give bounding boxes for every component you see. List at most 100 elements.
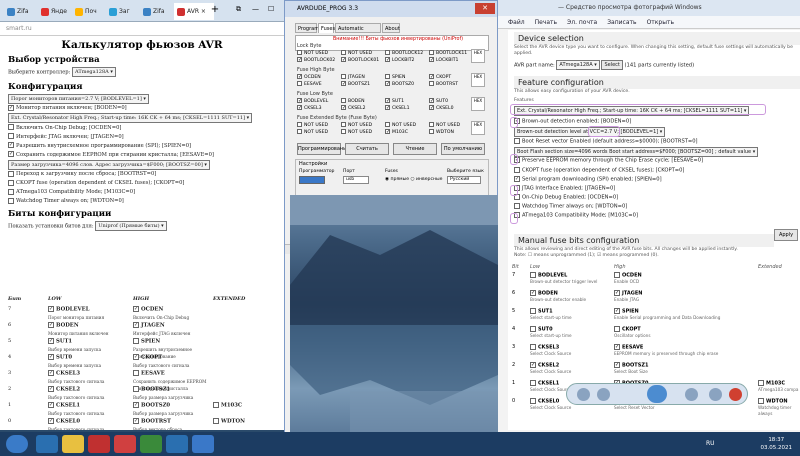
fuse-checkbox-item[interactable]: NOT USED [341,129,372,135]
manual-bit-checkbox[interactable]: ✓ [614,344,620,350]
fuse-checkbox[interactable] [429,122,434,127]
fuse-bit-cell[interactable]: ✓ CKOPT Выбор тактового сигнала [133,354,213,369]
feature-row[interactable]: Boot Flash section size=4096 words Boot … [514,147,759,157]
fuse-bit-checkbox[interactable]: ✓ [48,418,54,424]
fuse-bit-cell[interactable]: ✓ CKSEL2 Выбор тактового сигнала [48,386,128,401]
fuse-checkbox-item[interactable]: EESAVE [297,81,322,87]
fuse-bit-checkbox[interactable]: ✓ [48,402,54,408]
fuse-bit-checkbox[interactable]: ✓ [48,306,54,312]
feature-row[interactable]: Boot Reset vector Enabled (default addre… [514,138,698,145]
fuse-checkbox[interactable] [429,50,434,55]
manual-bit-checkbox[interactable] [614,272,620,278]
config-checkbox[interactable] [8,124,14,130]
fuse-checkbox-item[interactable]: ✓ M103C [385,129,408,135]
viewer-menu-item[interactable]: Записать [607,19,636,26]
clock[interactable]: 18:37 03.05.2021 [761,436,793,452]
dialog-tab[interactable]: Fuses [318,23,335,33]
fuse-checkbox-item[interactable]: ✓ CKSEL0 [429,105,454,111]
address-bar[interactable]: smart.ru [0,22,284,36]
manual-bit-checkbox[interactable]: ✓ [614,308,620,314]
fuse-checkbox[interactable]: ✓ [429,74,434,80]
ie-icon[interactable] [36,435,58,453]
programmer-select[interactable] [299,176,325,184]
manual-bit-checkbox[interactable]: ✓ [614,362,620,368]
feature-row[interactable]: CKOPT fuse (operation dependent of CKSEL… [514,167,684,174]
fuse-checkbox-item[interactable]: NOT USED [341,50,372,56]
manual-bit-cell[interactable]: M103C ATmega103 compa [758,380,798,393]
tab-menu-icon[interactable]: ⧉ [236,5,241,14]
fuse-bit-checkbox[interactable] [133,386,139,392]
fuse-checkbox-item[interactable]: BODEN [341,98,365,104]
manual-bit-cell[interactable]: ✓ EESAVE EEPROM memory is preserved throug… [614,344,754,357]
hex-box[interactable]: HEX [471,49,485,63]
fuse-checkbox[interactable]: ✓ [297,74,302,80]
fuse-checkbox-item[interactable]: ✓ CKSEL3 [297,105,322,111]
fuse-checkbox-item[interactable]: ✓ SUT0 [429,98,448,104]
language-select[interactable]: Русский [447,176,481,184]
fuse-checkbox[interactable]: ✓ [429,98,434,104]
fuse-checkbox[interactable] [297,50,302,55]
manual-bit-checkbox[interactable] [530,272,536,278]
fuse-checkbox-item[interactable]: SPIEN [385,74,405,80]
dialog-tab[interactable]: About [382,23,400,33]
fuse-checkbox[interactable]: ✓ [429,105,434,111]
viewer-menu-item[interactable]: Файл [508,19,525,26]
fuse-checkbox-item[interactable]: ✓ OCDEN [297,74,321,80]
fuse-checkbox-item[interactable]: ✓ SUT1 [385,98,404,104]
config-option[interactable]: Порог мониторов питания=2.7 V; [BODLEVEL… [8,93,284,105]
fuse-bit-cell[interactable]: ✓ CKSEL0 Выбор тактового сигнала [48,418,128,430]
fuse-checkbox[interactable]: ✓ [385,98,390,104]
config-option[interactable]: ✓ Монитор питания включен; [BODEN=0] [8,104,284,113]
viewer-menu-item[interactable]: Печать [535,19,557,26]
fuse-bit-checkbox[interactable]: ✓ [133,354,139,360]
dialog-action-button[interactable]: Программирование [297,143,350,155]
rotate-icon[interactable] [709,388,722,401]
fuse-checkbox[interactable]: ✓ [341,81,346,87]
feature-row[interactable]: JTAG Interface Enabled; [JTAGEN=0] [514,185,615,192]
browser-tab[interactable]: Янде [38,3,70,20]
feature-row[interactable]: Watchdog Timer always on; [WDTON=0] [514,203,627,210]
minimize-icon[interactable]: — [252,5,259,13]
fuse-checkbox-item[interactable]: BOOTRST [429,81,458,87]
manual-bit-checkbox[interactable] [530,344,536,350]
manual-bit-cell[interactable]: OCDEN Enable OCD [614,272,754,285]
config-checkbox[interactable] [8,179,14,186]
fuse-bit-cell[interactable]: ✓ SUT1 Выбор времени запуска [48,338,128,353]
controller-select[interactable]: ATmega128A ▾ [72,67,116,77]
viewer-menu-item[interactable]: Открыть [647,19,674,26]
fuse-checkbox[interactable]: ✓ [297,105,302,111]
feature-row[interactable]: ATmega103 Compatibility Mode; [M103C=0] [514,212,638,219]
fuse-bit-checkbox[interactable]: ✓ [48,322,54,328]
fuse-bit-cell[interactable]: ✓ BODLEVEL Порог монитора питания [48,306,128,321]
manual-bit-cell[interactable]: WDTON Watchdog timer always [758,398,800,417]
fuse-bit-checkbox[interactable]: ✓ [48,386,54,392]
config-option[interactable]: Watchdog Timer always on; [WDTON=0] [8,197,284,206]
yandex-icon[interactable] [88,435,110,453]
config-select[interactable]: Размер загрузчика=4096 слов. Адрес загру… [8,159,210,170]
new-tab-button[interactable]: + [208,3,222,17]
fuse-checkbox-item[interactable]: ✓ BODLEVEL [297,98,328,104]
fuse-checkbox-item[interactable]: ✓ BOOTSZ1 [341,81,370,87]
config-checkbox[interactable]: ✓ [8,142,14,148]
fuse-bit-checkbox[interactable] [213,418,219,424]
fuse-bit-checkbox[interactable]: ✓ [133,418,139,424]
fuse-checkbox[interactable]: ✓ [385,129,390,135]
browser-tab[interactable]: Zifa [4,3,36,20]
fuse-checkbox-item[interactable]: BOOTLOCK12 [385,50,423,56]
dialog-action-button[interactable]: Чтение [393,143,437,155]
fuse-checkbox-item[interactable]: WDTON [429,129,454,135]
manual-bit-cell[interactable]: ✓ SPIEN Enable Serial programming and Data… [614,308,754,321]
config-select[interactable]: Ext. Crystal/Resonator High Freq.; Start… [8,113,253,123]
fuse-bit-cell[interactable]: ✓ OCDEN Включить On-Chip Debug [133,306,213,321]
manual-bit-checkbox[interactable] [530,380,536,386]
port-select[interactable]: usb [343,176,369,184]
fuse-bit-cell[interactable]: ✓ BOOTRST Выбор вектора сброса [133,418,213,430]
config-option[interactable]: Переход к загрузчику после сброса; [BOOT… [8,170,284,179]
select-button[interactable]: Select [601,60,623,70]
config-checkbox[interactable] [8,133,14,139]
browser-tab[interactable]: Заг [106,3,138,20]
browser-tab[interactable]: Поч [72,3,104,20]
fuse-bit-cell[interactable]: ✓ BODEN Монитор питания включен [48,322,128,337]
config-option[interactable]: Интерфейс JTAG включен; [JTAGEN=0] [8,133,284,142]
fuse-checkbox[interactable] [341,122,346,127]
